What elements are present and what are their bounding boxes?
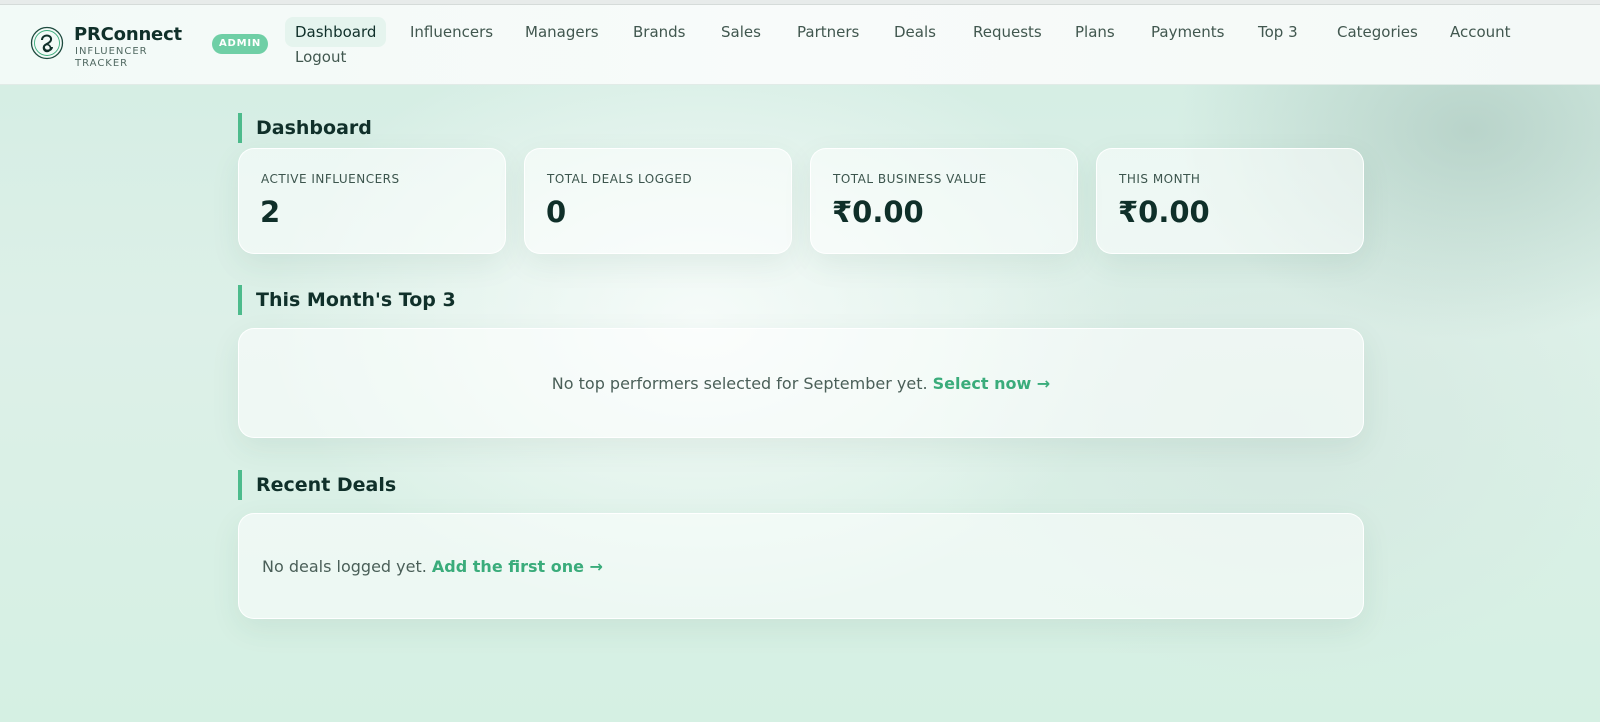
nav-logout[interactable]: Logout [295, 42, 346, 72]
stat-label: THIS MONTH [1119, 172, 1201, 186]
select-now-link[interactable]: Select now → [933, 374, 1051, 393]
nav-managers[interactable]: Managers [525, 17, 599, 47]
nav-brands[interactable]: Brands [633, 17, 686, 47]
logo-icon [30, 26, 64, 60]
brand-name[interactable]: PRConnect [74, 24, 182, 45]
nav-requests[interactable]: Requests [973, 17, 1042, 47]
add-first-deal-link[interactable]: Add the first one → [432, 557, 603, 576]
recent-deals-empty-card: No deals logged yet. Add the first one → [238, 513, 1364, 619]
nav-plans[interactable]: Plans [1075, 17, 1115, 47]
dashboard-section-title: Dashboard [238, 113, 372, 143]
top3-empty-message: No top performers selected for September… [552, 374, 1050, 393]
stat-card-this-month: THIS MONTH ₹0.00 [1096, 148, 1364, 254]
stat-label: TOTAL BUSINESS VALUE [833, 172, 987, 186]
stat-value: 0 [546, 195, 567, 229]
stat-value: ₹0.00 [832, 195, 924, 229]
nav-top-3[interactable]: Top 3 [1258, 17, 1298, 47]
top-navbar: PRConnect INFLUENCER TRACKER ADMIN Dashb… [0, 5, 1600, 85]
stat-card-total-deals: TOTAL DEALS LOGGED 0 [524, 148, 792, 254]
brand-subtitle: INFLUENCER TRACKER [75, 46, 148, 69]
stat-label: ACTIVE INFLUENCERS [261, 172, 400, 186]
stat-value: 2 [260, 195, 281, 229]
stat-value: ₹0.00 [1118, 195, 1210, 229]
recent-deals-empty-message: No deals logged yet. Add the first one → [262, 557, 603, 576]
nav-account[interactable]: Account [1450, 17, 1511, 47]
stat-card-active-influencers: ACTIVE INFLUENCERS 2 [238, 148, 506, 254]
top3-section-title: This Month's Top 3 [238, 285, 456, 315]
top3-empty-text: No top performers selected for September… [551, 373, 928, 393]
nav-deals[interactable]: Deals [894, 17, 936, 47]
nav-partners[interactable]: Partners [797, 17, 859, 47]
recent-deals-empty-text: No deals logged yet. [262, 556, 427, 576]
stat-card-total-business-value: TOTAL BUSINESS VALUE ₹0.00 [810, 148, 1078, 254]
recent-deals-section-title: Recent Deals [238, 470, 396, 500]
nav-categories[interactable]: Categories [1337, 17, 1418, 47]
top3-empty-card: No top performers selected for September… [238, 328, 1364, 438]
nav-influencers[interactable]: Influencers [410, 17, 493, 47]
admin-role-badge: ADMIN [212, 34, 268, 54]
nav-sales[interactable]: Sales [721, 17, 761, 47]
nav-payments[interactable]: Payments [1151, 17, 1224, 47]
stat-label: TOTAL DEALS LOGGED [547, 172, 693, 186]
